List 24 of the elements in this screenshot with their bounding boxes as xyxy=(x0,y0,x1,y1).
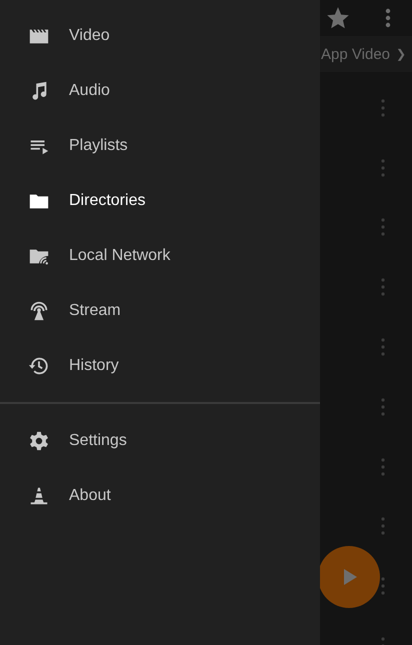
more-icon[interactable] xyxy=(381,576,385,596)
antenna-icon xyxy=(28,300,50,322)
more-icon[interactable] xyxy=(381,396,385,417)
more-icon[interactable] xyxy=(381,337,385,358)
drawer-item[interactable]: Settings xyxy=(0,413,320,468)
drawer-item[interactable]: Video xyxy=(0,8,320,63)
settings-icon xyxy=(28,430,50,452)
drawer-item[interactable]: History xyxy=(0,338,320,393)
more-icon[interactable] xyxy=(381,98,385,118)
more-icon[interactable] xyxy=(381,158,385,178)
drawer-item[interactable]: Playlists xyxy=(0,118,320,173)
star-icon[interactable] xyxy=(325,5,351,31)
drawer-item[interactable]: Local Network xyxy=(0,228,320,283)
drawer-item[interactable]: Directories xyxy=(0,173,320,228)
more-icon[interactable] xyxy=(381,456,385,477)
more-icon[interactable] xyxy=(381,217,385,238)
more-icon[interactable] xyxy=(381,277,385,298)
drawer-item[interactable]: Stream xyxy=(0,283,320,338)
more-icon[interactable] xyxy=(385,8,391,28)
chevron: ❯ xyxy=(396,47,406,61)
drawer-item[interactable]: About xyxy=(0,468,320,523)
more-icon[interactable] xyxy=(381,516,385,536)
drawer-item[interactable]: Audio xyxy=(0,63,320,118)
history-icon xyxy=(28,354,50,376)
